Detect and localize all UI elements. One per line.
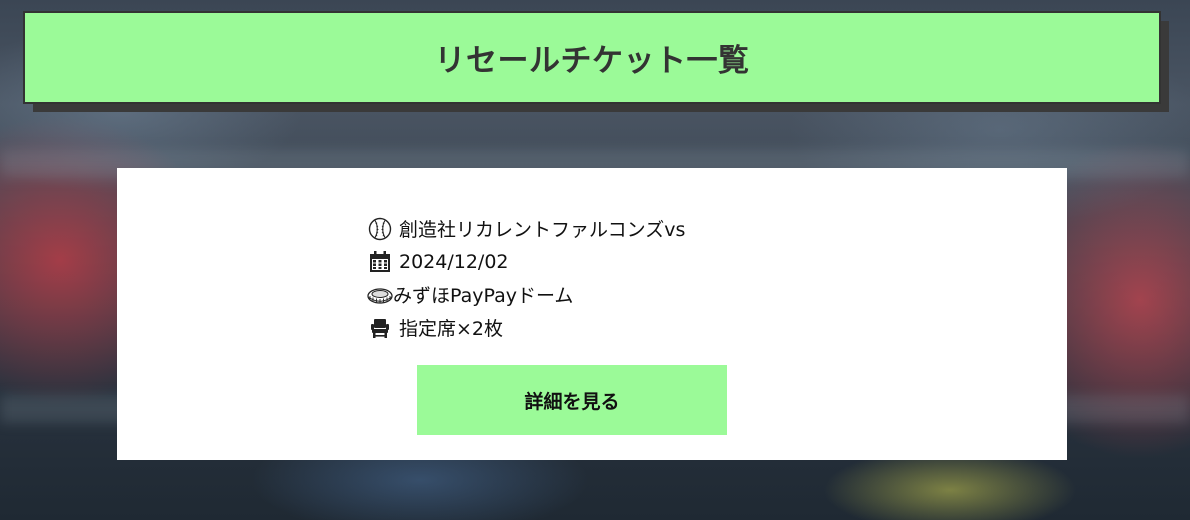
view-details-button[interactable]: 詳細を見る [417, 365, 727, 435]
ticket-date: 2024/12/02 [399, 250, 509, 273]
baseball-icon [367, 216, 393, 242]
seat-icon [367, 315, 393, 341]
calendar-icon [367, 249, 393, 275]
page-header: リセールチケット一覧 [23, 11, 1169, 112]
header-banner: リセールチケット一覧 [23, 11, 1161, 104]
ticket-card: 創造社リカレントファルコンズvs 2024/12/02 みずほPayPayドーム… [117, 168, 1067, 460]
ticket-seat: 指定席×2枚 [399, 318, 504, 340]
ticket-match: 創造社リカレントファルコンズvs [399, 219, 686, 241]
page-title: リセールチケット一覧 [434, 43, 750, 79]
ticket-venue-row: みずほPayPayドーム [367, 278, 827, 311]
ticket-match-row: 創造社リカレントファルコンズvs [367, 212, 827, 245]
ticket-seat-row: 指定席×2枚 [367, 311, 827, 344]
ticket-info: 創造社リカレントファルコンズvs 2024/12/02 みずほPayPayドーム… [367, 212, 827, 344]
stadium-icon [367, 282, 393, 308]
ticket-venue: みずほPayPayドーム [393, 285, 574, 307]
ticket-date-row: 2024/12/02 [367, 245, 827, 278]
